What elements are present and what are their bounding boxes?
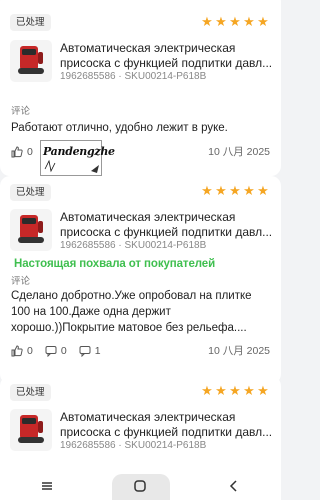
system-nav-bar [0,472,281,500]
star-icon: ★ [215,383,227,398]
product-meta: 1962685586 · SKU00214-P618B [60,240,207,251]
product-meta: 1962685586 · SKU00214-P618B [60,71,207,82]
product-title[interactable]: Автоматическая электрическая присоска с … [60,41,273,71]
star-icon: ★ [257,183,269,198]
status-badge: 已处理 [10,384,51,401]
product-title-line2: присоска с функцией подпитки давл... [60,225,273,239]
status-badge: 已处理 [10,184,51,201]
like-count: 0 [27,145,33,158]
status-badge: 已处理 [10,14,51,31]
thumbs-icon [11,145,23,157]
like-action[interactable]: 0 [11,146,33,158]
product-thumbnail[interactable] [10,40,52,82]
review-date: 10 八月 2025 [208,345,270,357]
thumbs-icon [11,344,23,356]
message-icon [79,345,91,357]
like-action[interactable]: 0 [11,345,33,357]
review-text: Сделано добротно.Уже опробовал на плитке… [11,290,252,334]
reply-action[interactable]: 1 [79,345,101,357]
star-icon: ★ [257,14,269,29]
product-title[interactable]: Автоматическая электрическая присоска с … [60,410,273,440]
product-title-line1: Автоматическая электрическая [60,41,236,55]
comment-icon [45,345,57,357]
rating-stars: ★ ★ ★ ★ ★ [201,183,269,198]
like-count: 0 [27,344,33,357]
review-text: Работают отлично, удобно лежит в руке. [11,122,228,134]
overlay-banner: Настоящая похвала от покупателей [14,258,216,270]
dislike-action[interactable]: 0 [45,345,67,357]
review-actions: 0 0 1 10 八月 2025 [11,343,270,358]
review-card[interactable]: 已处理 ★ ★ ★ ★ ★ Автоматическая электрическ… [0,176,281,384]
star-icon: ★ [229,183,241,198]
menu-icon[interactable] [32,474,62,498]
star-icon: ★ [243,183,255,198]
product-title-line1: Автоматическая электрическая [60,410,236,424]
star-icon: ★ [229,14,241,29]
product-id: 1962685586 [60,240,116,251]
star-icon: ★ [215,14,227,29]
product-sku: SKU00214-P618B [124,440,207,451]
rating-stars: ★ ★ ★ ★ ★ [201,14,269,29]
product-meta: 1962685586 · SKU00214-P618B [60,440,207,451]
product-title-line1: Автоматическая электрическая [60,210,236,224]
product-title-line2: присоска с функцией подпитки давл... [60,425,273,439]
signature-watermark: Pandengzhe [40,140,115,176]
product-id: 1962685586 [60,440,116,451]
review-label: 评论 [11,276,31,287]
star-icon: ★ [243,14,255,29]
product-title-line2: присоска с функцией подпитки давл... [60,56,273,70]
rating-stars: ★ ★ ★ ★ ★ [201,383,269,398]
product-thumbnail[interactable] [10,409,52,451]
star-icon: ★ [215,183,227,198]
dislike-count: 0 [60,344,67,357]
star-icon: ★ [243,383,255,398]
product-id: 1962685586 [60,71,116,82]
product-sku: SKU00214-P618B [124,240,207,251]
star-icon: ★ [229,383,241,398]
product-thumbnail[interactable] [10,209,52,251]
product-title[interactable]: Автоматическая электрическая присоска с … [60,210,273,240]
star-icon: ★ [201,383,213,398]
star-icon: ★ [201,14,213,29]
star-icon: ★ [201,183,213,198]
product-sku: SKU00214-P618B [124,71,207,82]
back-icon[interactable] [219,474,249,498]
star-icon: ★ [257,383,269,398]
reply-count: 1 [94,344,101,357]
home-icon[interactable] [125,474,155,498]
review-date: 10 八月 2025 [208,146,270,158]
review-label: 评论 [11,106,31,117]
